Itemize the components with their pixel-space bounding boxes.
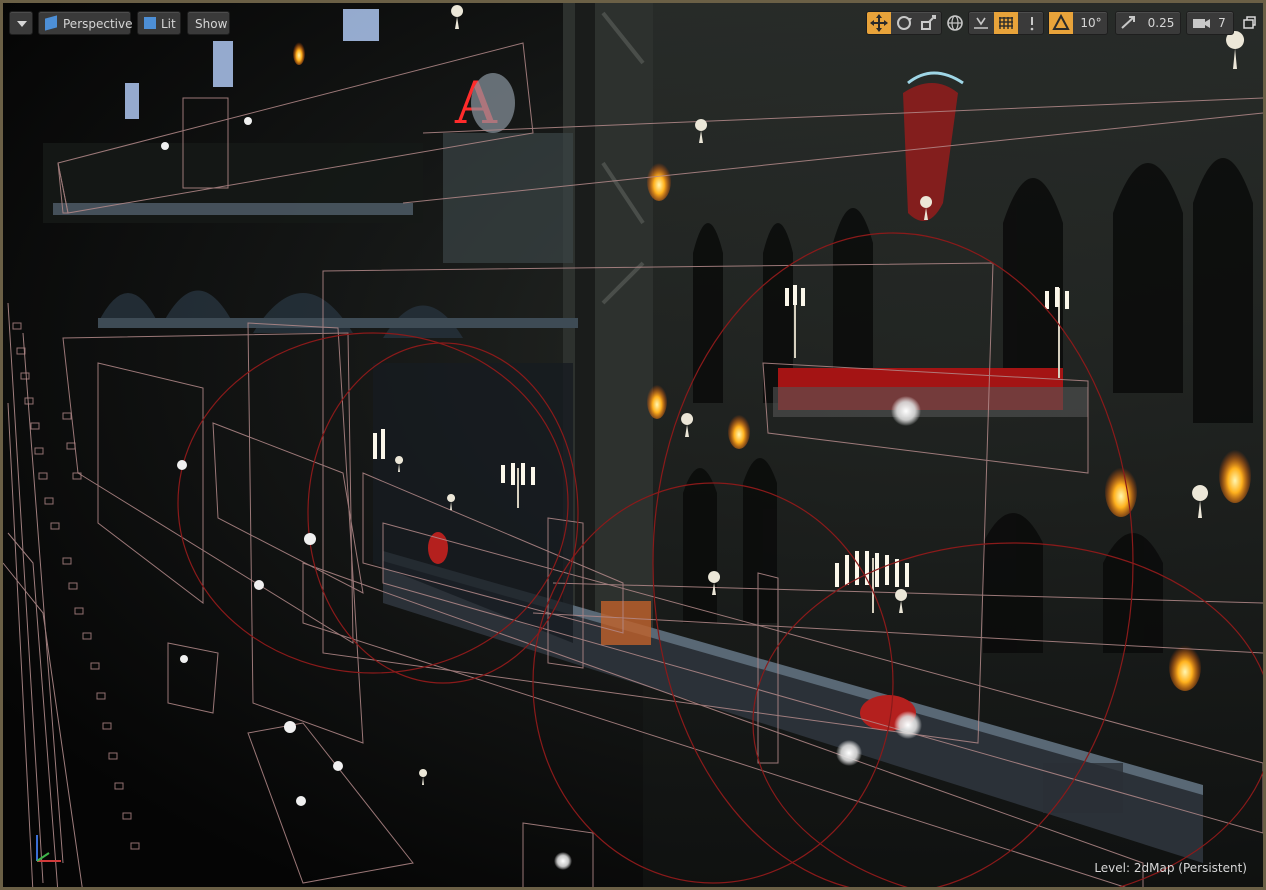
chevron-down-icon — [17, 21, 27, 27]
surface-snap-icon[interactable] — [969, 12, 993, 34]
camera-icon[interactable] — [1189, 12, 1213, 34]
translate-icon[interactable] — [867, 12, 891, 34]
rotate-icon[interactable] — [892, 12, 916, 34]
globe-icon[interactable] — [944, 11, 966, 35]
show-button[interactable]: Show — [187, 11, 230, 35]
level-prefix: Level: — [1094, 861, 1131, 875]
view-mode-label: Perspective — [63, 17, 133, 31]
view-mode-button[interactable]: Perspective — [38, 11, 133, 35]
scale-snap-group: 0.25 — [1115, 11, 1181, 35]
level-viewport[interactable]: A — [0, 0, 1266, 890]
lit-sphere-icon — [144, 17, 156, 29]
scale-snap-icon[interactable] — [1116, 12, 1140, 34]
rotation-snap-group: 10° — [1048, 11, 1108, 35]
show-label: Show — [195, 17, 228, 31]
rotation-snap-icon[interactable] — [1049, 12, 1073, 34]
current-level-label: Level: 2dMap (Persistent) — [1094, 861, 1247, 875]
camera-speed-group: 7 — [1186, 11, 1234, 35]
maximize-icon[interactable] — [1239, 11, 1259, 35]
camera-speed-value[interactable]: 7 — [1213, 12, 1231, 34]
grid-snap-value[interactable] — [1021, 12, 1043, 34]
scale-icon[interactable] — [917, 12, 941, 34]
viewport-options-button[interactable] — [9, 11, 33, 35]
lighting-mode-button[interactable]: Lit — [137, 11, 181, 35]
transform-tools-group — [866, 11, 942, 35]
rotation-snap-value[interactable]: 10° — [1075, 12, 1107, 34]
grid-icon[interactable] — [994, 12, 1018, 34]
scene-render[interactable]: A — [3, 3, 1266, 890]
grid-snap-group — [968, 11, 1044, 35]
level-name: 2dMap (Persistent) — [1133, 861, 1247, 875]
perspective-cube-icon — [45, 15, 57, 31]
scale-snap-value[interactable]: 0.25 — [1142, 12, 1180, 34]
lighting-mode-label: Lit — [161, 17, 176, 31]
